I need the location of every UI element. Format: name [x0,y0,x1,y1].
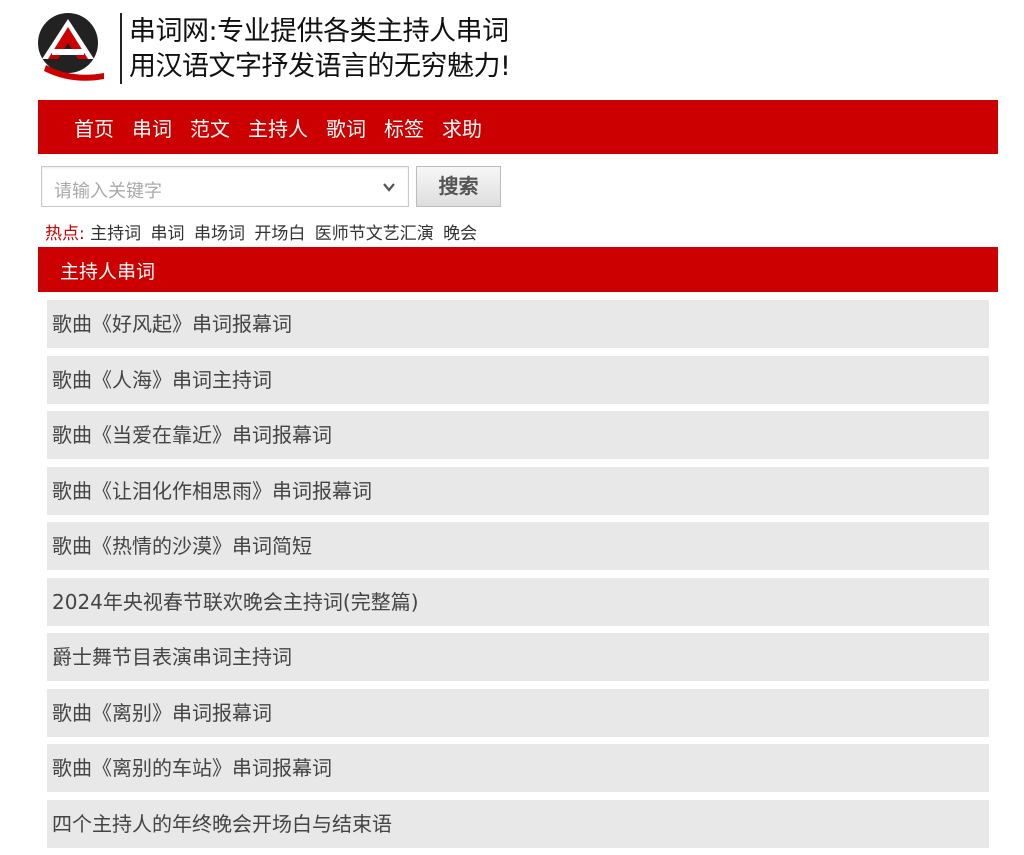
nav-item-fanwen[interactable]: 范文 [190,113,230,142]
nav-item-host[interactable]: 主持人 [248,113,308,142]
nav-item-help[interactable]: 求助 [442,113,482,142]
search-input[interactable]: 请输入关键字 [41,166,409,207]
hot-label: 热点: [45,224,85,244]
nav-item-lyrics[interactable]: 歌词 [326,113,366,142]
nav-item-chuanci[interactable]: 串词 [132,113,172,142]
list-item[interactable]: 歌曲《好风起》串词报幕词 [47,300,989,348]
hot-keyword[interactable]: 串词 [151,224,185,244]
main-nav: 首页 串词 范文 主持人 歌词 标签 求助 [38,100,998,154]
hot-keyword[interactable]: 开场白 [254,224,305,244]
list-item[interactable]: 歌曲《离别的车站》串词报幕词 [47,744,989,792]
nav-item-home[interactable]: 首页 [74,113,114,142]
list-item[interactable]: 歌曲《让泪化作相思雨》串词报幕词 [47,466,989,515]
nav-item-tags[interactable]: 标签 [384,113,424,142]
site-logo[interactable] [38,13,106,81]
hot-keyword[interactable]: 主持词 [90,224,141,244]
article-list: 歌曲《好风起》串词报幕词 歌曲《人海》串词主持词 歌曲《当爱在靠近》串词报幕词 … [47,300,989,855]
logo-divider [120,13,122,84]
list-item[interactable]: 歌曲《离别》串词报幕词 [47,688,989,737]
list-item[interactable]: 2024年央视春节联欢晚会主持词(完整篇) [47,577,989,626]
section-title[interactable]: 主持人串词 [60,257,155,284]
hot-keywords: 热点: 主持词 串词 串场词 开场白 医师节文艺汇演 晚会 [45,219,481,244]
section-header: 主持人串词 [38,247,998,292]
list-item[interactable]: 歌曲《当爱在靠近》串词报幕词 [47,411,989,459]
slogan-line-1: 串词网:专业提供各类主持人串词 [129,16,509,47]
search-button[interactable]: 搜索 [416,166,501,207]
hot-keyword[interactable]: 医师节文艺汇演 [315,224,434,244]
list-item[interactable]: 四个主持人的年终晚会开场白与结束语 [47,799,989,848]
chevron-down-icon[interactable] [382,180,396,194]
site-slogan: 串词网:专业提供各类主持人串词 用汉语文字抒发语言的无穷魅力! [129,14,511,84]
hot-keyword[interactable]: 串场词 [194,224,245,244]
list-item[interactable]: 爵士舞节目表演串词主持词 [47,633,989,681]
hot-keyword[interactable]: 晚会 [443,224,477,244]
list-item[interactable]: 歌曲《热情的沙漠》串词简短 [47,522,989,570]
slogan-line-2: 用汉语文字抒发语言的无穷魅力! [129,51,511,82]
search-placeholder: 请输入关键字 [54,181,162,202]
list-item[interactable]: 歌曲《人海》串词主持词 [47,355,989,404]
